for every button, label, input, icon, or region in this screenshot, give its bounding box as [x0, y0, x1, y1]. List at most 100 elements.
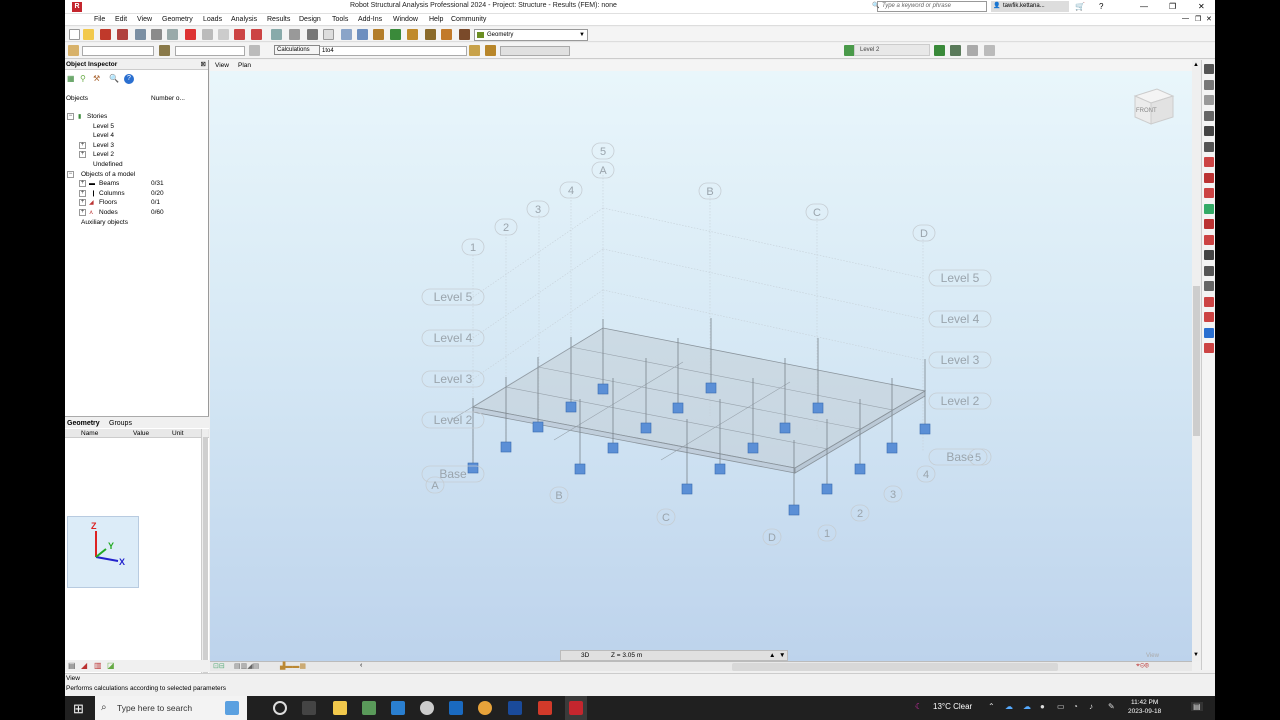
revit-icon[interactable]: [508, 701, 522, 715]
tree-view-icon[interactable]: ▦: [67, 74, 75, 83]
chevron-up-icon[interactable]: ▲: [769, 651, 775, 660]
vertical-scrollbar[interactable]: ▲ ▼: [1192, 60, 1201, 661]
support-node[interactable]: [747, 442, 759, 454]
right-tool-icon[interactable]: [1204, 343, 1214, 353]
menu-geometry[interactable]: Geometry: [162, 16, 193, 23]
view-mode[interactable]: 3D: [581, 651, 589, 660]
volume-icon[interactable]: ♪: [1089, 702, 1093, 711]
weather-text[interactable]: 13°C Clear: [933, 702, 972, 711]
level-label-right[interactable]: Level 3: [928, 351, 992, 369]
app-icon[interactable]: [420, 701, 434, 715]
calc-report-icon[interactable]: [289, 29, 300, 40]
objects-column-header[interactable]: Objects: [66, 95, 88, 102]
copy-icon[interactable]: [202, 29, 213, 40]
right-tool-icon[interactable]: [1204, 188, 1214, 198]
right-tool-icon[interactable]: [1204, 265, 1214, 276]
level-label-left[interactable]: Level 2: [421, 411, 485, 429]
right-tool-icon[interactable]: [1204, 281, 1214, 291]
support-node[interactable]: [705, 382, 717, 394]
mdi-minimize-icon[interactable]: —: [1182, 15, 1189, 22]
right-tool-icon[interactable]: [1204, 250, 1214, 260]
tree-item-nodes[interactable]: + ⋏ Nodes 0/60: [65, 208, 209, 218]
menu-file[interactable]: File: [94, 16, 105, 23]
onedrive-icon[interactable]: ☁: [1023, 702, 1031, 711]
floor-slab[interactable]: [471, 327, 927, 474]
support-node[interactable]: [500, 441, 512, 453]
support-node[interactable]: [779, 422, 791, 434]
menu-design[interactable]: Design: [299, 16, 321, 23]
show-hidden-icons-icon[interactable]: ⌃: [988, 702, 995, 711]
calculations-icon[interactable]: [271, 29, 282, 40]
level-select[interactable]: Level 2: [854, 44, 930, 56]
front-bubble-d[interactable]: D: [762, 528, 782, 546]
properties-scrollbar[interactable]: [201, 429, 208, 696]
restore-icon[interactable]: ❐: [1169, 0, 1176, 14]
filter-icon[interactable]: ⚲: [80, 74, 86, 83]
front-bubble-4[interactable]: 4: [916, 465, 936, 483]
help-icon[interactable]: ?: [1099, 1, 1103, 12]
support-node[interactable]: [821, 483, 833, 495]
number-column-header[interactable]: Number o...: [151, 95, 185, 102]
right-tool-icon[interactable]: [1204, 141, 1214, 152]
chevron-down-icon[interactable]: ▼: [779, 651, 785, 660]
right-tool-icon[interactable]: [1204, 219, 1214, 229]
tab-plan[interactable]: Plan: [238, 62, 251, 69]
support-node[interactable]: [467, 462, 479, 474]
new-icon[interactable]: [69, 29, 80, 40]
level-label-left[interactable]: Level 5: [421, 288, 485, 306]
autocad-icon[interactable]: [538, 701, 552, 715]
print-icon[interactable]: [117, 29, 128, 40]
tree-item-level-5[interactable]: Level 5: [65, 122, 209, 132]
menu-analysis[interactable]: Analysis: [231, 16, 257, 23]
right-tool-icon[interactable]: [1204, 172, 1214, 183]
close-icon[interactable]: ✕: [1198, 0, 1205, 14]
minimize-icon[interactable]: —: [1140, 0, 1148, 14]
expand-icon[interactable]: +: [79, 180, 86, 188]
support-node[interactable]: [672, 402, 684, 414]
right-tool-icon[interactable]: [1204, 64, 1214, 74]
front-bubble-2[interactable]: 2: [850, 504, 870, 522]
layout-select[interactable]: Geometry ▼: [474, 29, 588, 41]
support-node[interactable]: [565, 401, 577, 413]
mail-icon[interactable]: [391, 701, 405, 715]
widgets-icon[interactable]: [225, 701, 239, 715]
cloud-icon[interactable]: ☁: [1005, 702, 1013, 711]
menu-add-ins[interactable]: Add-Ins: [358, 16, 382, 23]
menu-community[interactable]: Community: [451, 16, 486, 23]
menu-help[interactable]: Help: [429, 16, 443, 23]
support-node[interactable]: [886, 442, 898, 454]
horizontal-scrollbar[interactable]: [732, 663, 1058, 671]
mode-combo[interactable]: [500, 46, 570, 56]
menu-tools[interactable]: Tools: [332, 16, 348, 23]
selection-icon[interactable]: [68, 45, 79, 56]
zoom-window-icon[interactable]: [341, 29, 352, 40]
tree-item-columns[interactable]: + ❙ Columns 0/20: [65, 189, 209, 199]
grid-bubble-4[interactable]: 4: [559, 181, 583, 199]
view-tools-icon[interactable]: ⊡⊟: [213, 662, 225, 670]
front-bubble-3[interactable]: 3: [883, 485, 903, 503]
front-bubble-a[interactable]: A: [425, 476, 445, 494]
help-icon[interactable]: ?: [124, 74, 134, 84]
zoom-all-icon[interactable]: [357, 29, 368, 40]
menu-results[interactable]: Results: [267, 16, 290, 23]
level-settings-icon[interactable]: [984, 45, 995, 56]
right-tool-icon[interactable]: [1204, 79, 1214, 90]
robot-logo-icon[interactable]: R: [72, 2, 82, 12]
pan-icon[interactable]: [373, 29, 384, 40]
support-node[interactable]: [681, 483, 693, 495]
print-preview-icon[interactable]: [135, 29, 146, 40]
tree-item-objects-of-model[interactable]: − Objects of a model: [65, 170, 209, 180]
view-cube[interactable]: FRONT: [1133, 86, 1175, 126]
grid-bubble-d[interactable]: D: [912, 224, 936, 242]
collapse-icon[interactable]: −: [67, 113, 74, 120]
delete-icon[interactable]: [185, 29, 196, 40]
view-settings-icon[interactable]: ⌖⊝⊛: [1136, 662, 1149, 670]
attributes-icon[interactable]: ▟▬▬▦: [280, 662, 306, 670]
trash-icon[interactable]: ▥: [94, 661, 102, 670]
pen-icon[interactable]: ✎: [1108, 702, 1115, 711]
menu-edit[interactable]: Edit: [115, 16, 127, 23]
right-tool-icon[interactable]: [1204, 157, 1214, 167]
right-tool-icon[interactable]: [1204, 110, 1214, 121]
measure-icon[interactable]: [425, 29, 436, 40]
tree-item-stories[interactable]: − ▮ Stories: [65, 112, 209, 122]
